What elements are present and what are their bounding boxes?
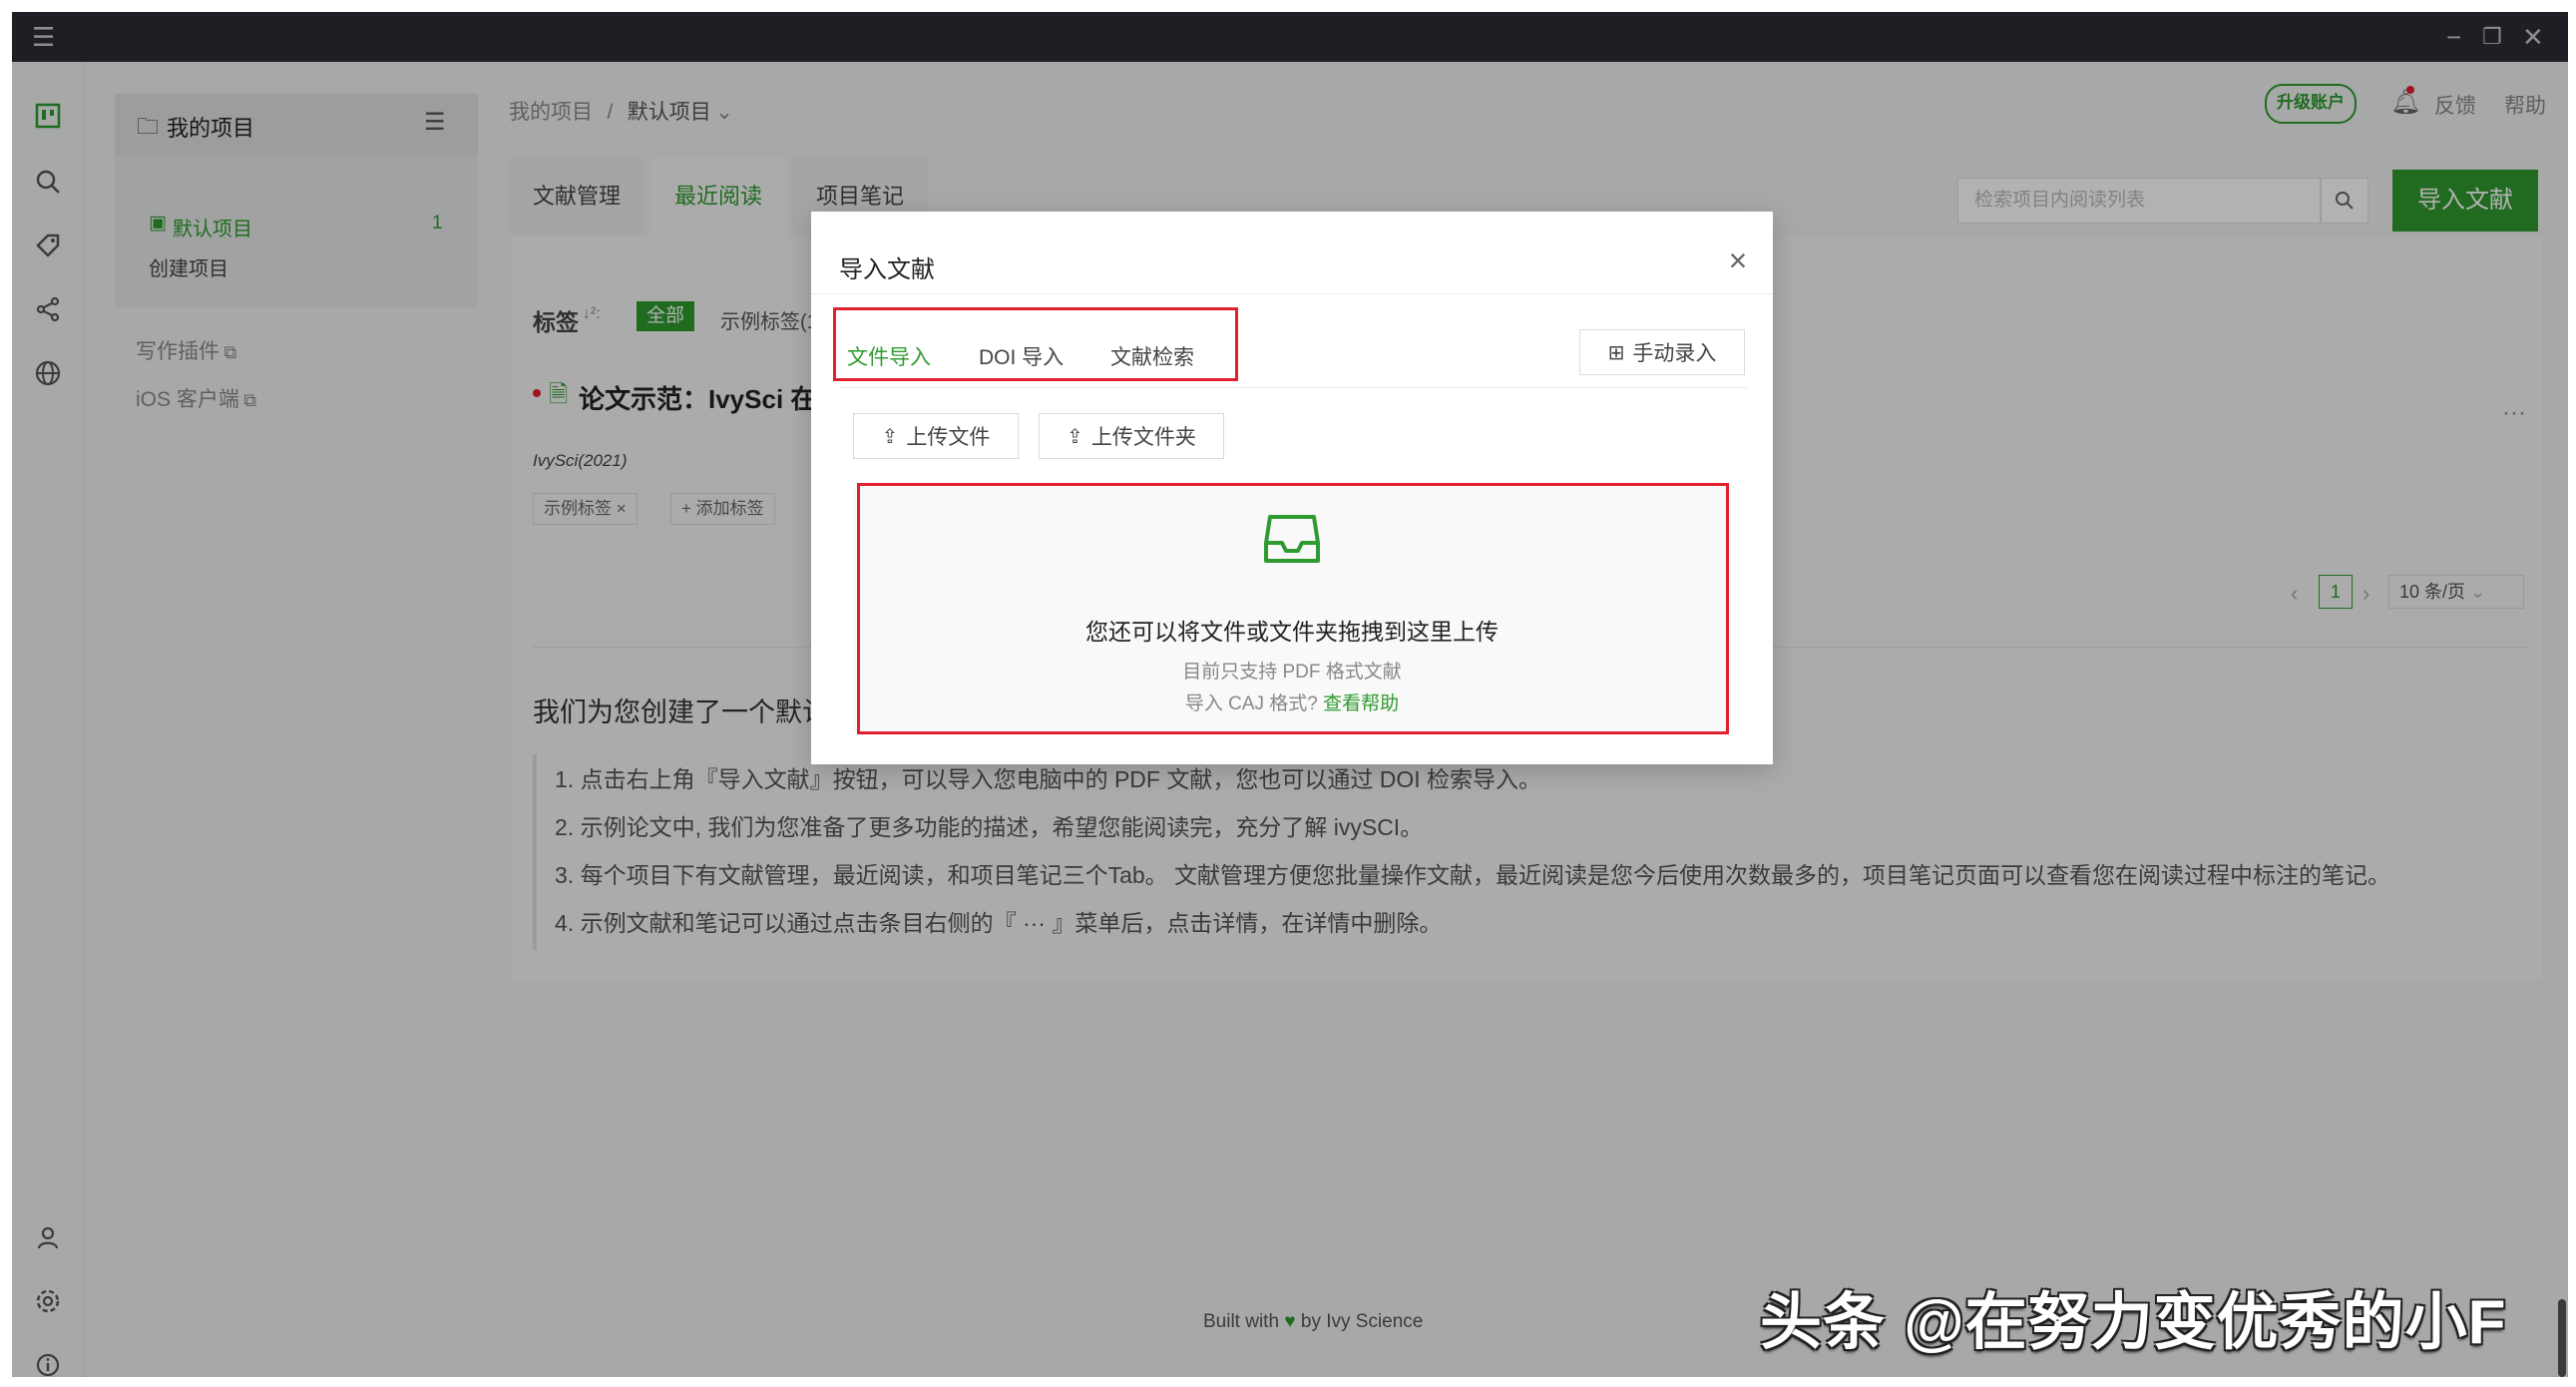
file-upload-icon: ⇪ <box>881 425 899 448</box>
close-icon[interactable]: × <box>1715 237 1761 283</box>
tab-literature-search[interactable]: 文献检索 <box>1110 341 1194 371</box>
manual-entry-button[interactable]: ⊞ 手动录入 <box>1579 329 1745 375</box>
plus-square-icon: ⊞ <box>1607 341 1625 364</box>
upload-folder-button[interactable]: ⇪ 上传文件夹 <box>1039 413 1224 459</box>
tab-file-import[interactable]: 文件导入 <box>847 341 931 371</box>
manual-entry-label: 手动录入 <box>1632 342 1717 365</box>
upload-file-label: 上传文件 <box>906 426 991 449</box>
scrollbar-handle[interactable] <box>2558 1299 2566 1377</box>
folder-upload-icon: ⇪ <box>1067 425 1083 448</box>
watermark-text: 头条 @在努力变优秀的小F <box>1760 1288 2507 1357</box>
upload-file-button[interactable]: ⇪ 上传文件 <box>853 413 1019 459</box>
app-window: ☰ − ❐ ✕ 🗀 我的项目 ☰ ▣ 默认项目 1 创建项目 写作插件 ⧉ iO… <box>12 12 2568 1377</box>
tabs-divider <box>839 387 1747 388</box>
dialog-header-divider <box>811 293 1773 294</box>
highlight-box-drop-zone <box>857 483 1729 734</box>
import-dialog: 导入文献 × 文件导入 DOI 导入 文献检索 ⊞ 手动录入 ⇪ 上传文件 ⇪ … <box>811 212 1773 764</box>
upload-folder-label: 上传文件夹 <box>1090 426 1196 449</box>
dialog-title: 导入文献 <box>839 256 935 283</box>
tab-doi-import[interactable]: DOI 导入 <box>979 341 1064 371</box>
